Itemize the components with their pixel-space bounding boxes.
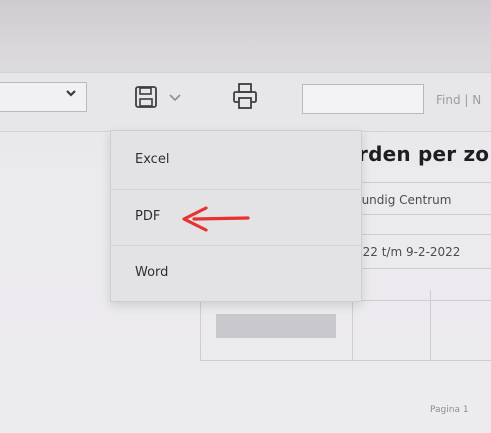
find-input[interactable] xyxy=(302,84,424,114)
table-divider xyxy=(200,300,201,360)
report-title: rden per zo xyxy=(358,142,490,166)
menu-item-label: Word xyxy=(135,265,169,280)
export-excel-item[interactable]: Excel xyxy=(111,133,361,188)
printer-icon[interactable] xyxy=(232,82,258,110)
page-footer: Pagina 1 xyxy=(430,405,469,415)
menu-item-label: PDF xyxy=(135,209,161,224)
table-divider xyxy=(355,268,491,269)
window-top-area xyxy=(0,0,491,72)
export-word-item[interactable]: Word xyxy=(111,245,361,300)
table-cell xyxy=(216,314,336,338)
table-divider xyxy=(352,300,353,360)
screen: Find | N rden per zo kundig Centrum 022 … xyxy=(0,0,491,433)
table-divider xyxy=(200,360,491,361)
report-organization: kundig Centrum xyxy=(355,193,452,207)
table-divider xyxy=(430,290,431,360)
chevron-down-icon[interactable] xyxy=(168,93,182,103)
floppy-disk-icon[interactable] xyxy=(134,85,158,109)
find-link[interactable]: Find | N xyxy=(436,93,481,107)
table-divider xyxy=(355,214,491,215)
menu-item-label: Excel xyxy=(135,152,170,167)
report-date-range: 022 t/m 9-2-2022 xyxy=(355,245,461,259)
table-divider xyxy=(355,182,491,183)
table-divider xyxy=(355,234,491,235)
red-arrow-annotation xyxy=(182,206,250,232)
chevron-down-icon[interactable] xyxy=(64,86,78,100)
